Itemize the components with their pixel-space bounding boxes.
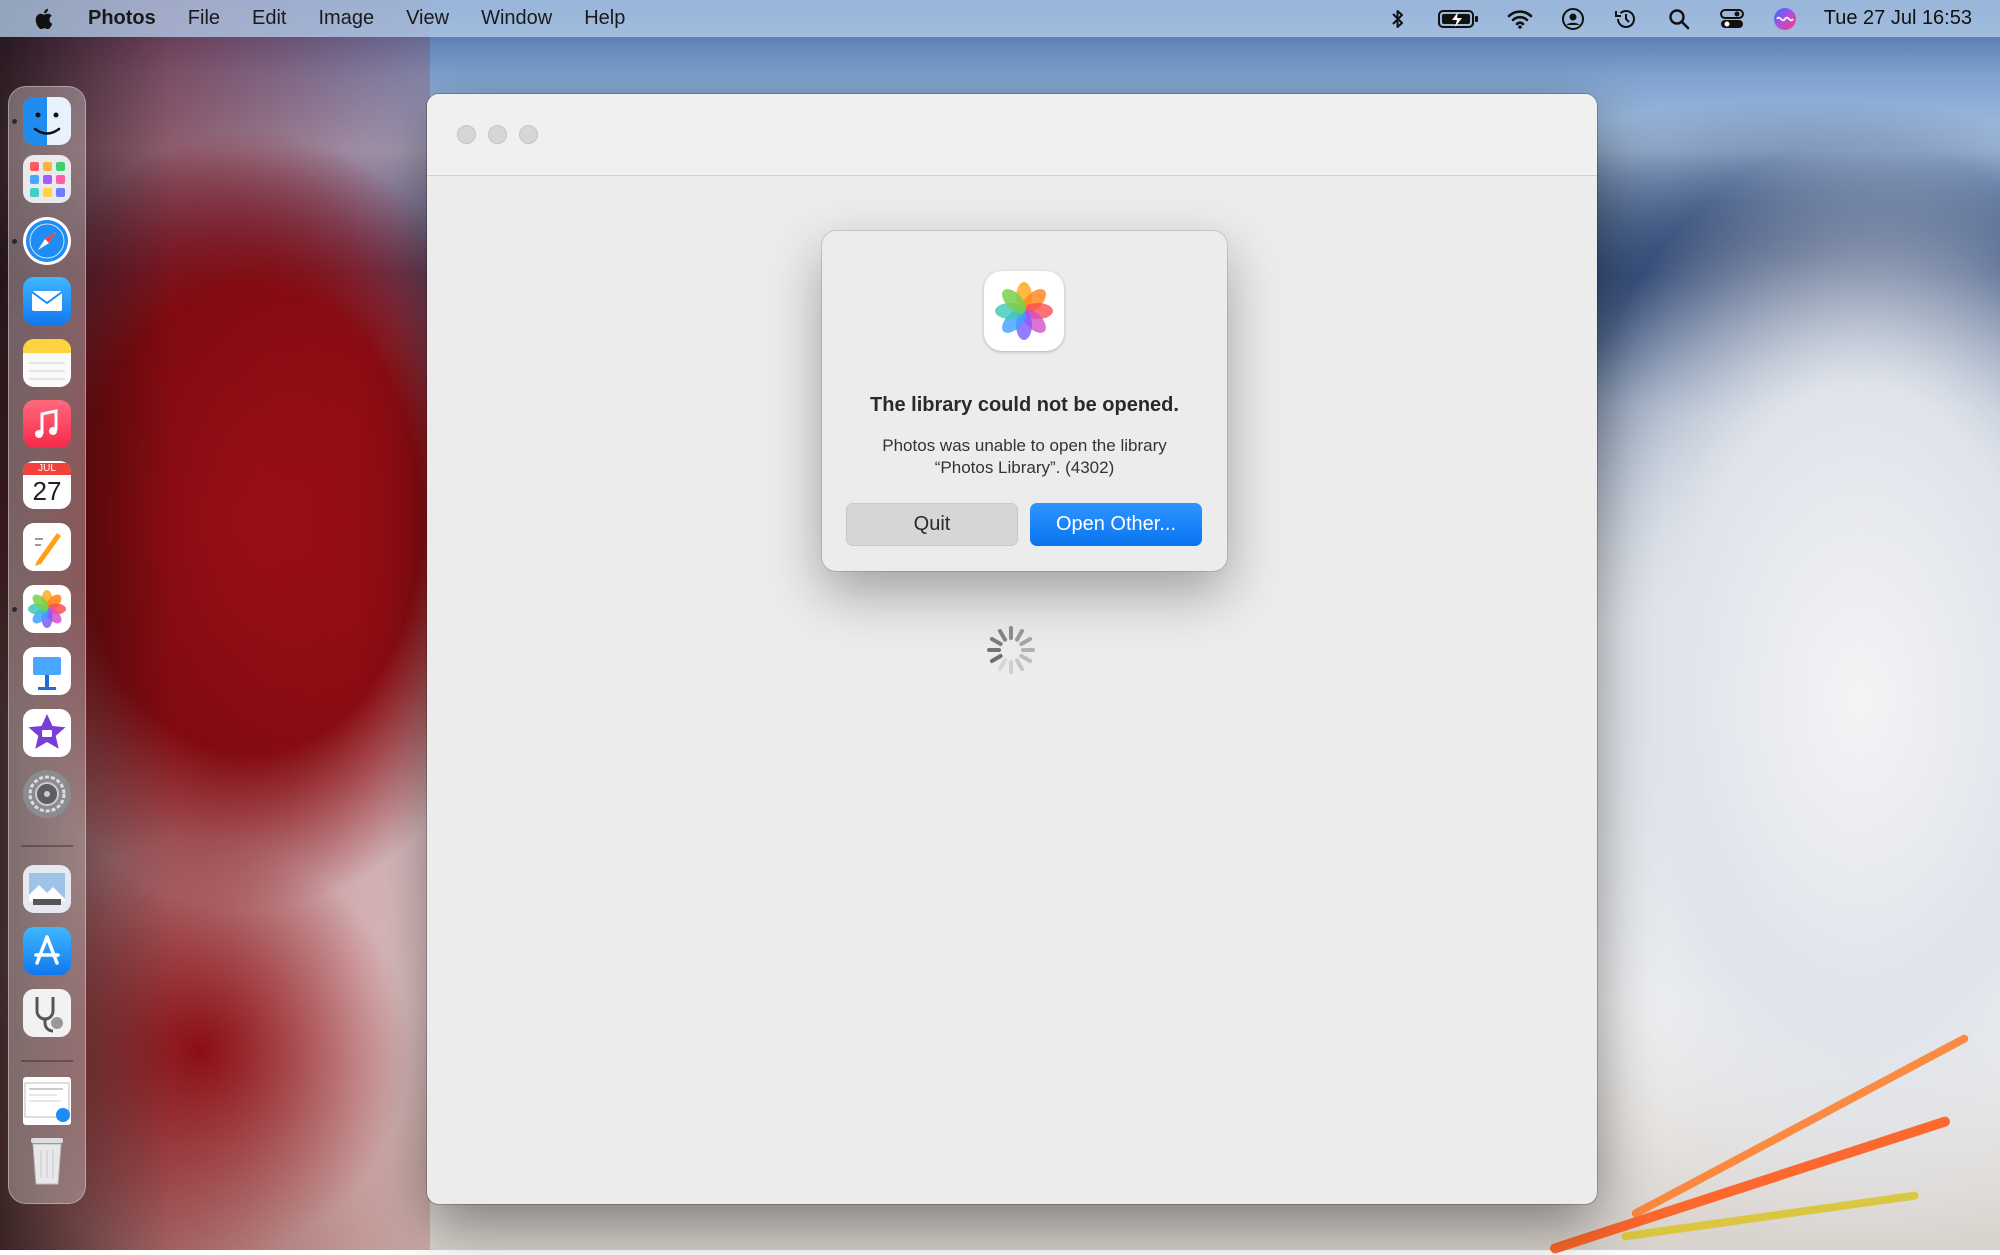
- imovie-icon[interactable]: [23, 709, 71, 757]
- wifi-icon[interactable]: [1507, 6, 1533, 32]
- safari-icon[interactable]: [23, 217, 71, 265]
- user-account-icon[interactable]: [1560, 6, 1586, 32]
- alert-title: The library could not be opened.: [870, 394, 1179, 416]
- spotlight-search-icon[interactable]: [1666, 6, 1692, 32]
- menu-help[interactable]: Help: [584, 7, 625, 30]
- dock-separator: [21, 1060, 73, 1062]
- menu-file[interactable]: File: [188, 7, 220, 30]
- menu-bar: Photos File Edit Image View Window Help …: [0, 0, 2000, 37]
- minimize-window-button[interactable]: [488, 125, 507, 144]
- alert-message-line: “Photos Library”. (4302): [934, 458, 1115, 477]
- menu-bar-clock[interactable]: Tue 27 Jul 16:53: [1824, 7, 1972, 30]
- system-preferences-icon[interactable]: [23, 770, 71, 818]
- window-titlebar[interactable]: [427, 94, 1597, 176]
- calendar-month: JUL: [23, 463, 71, 475]
- alert-message: Photos was unable to open the library “P…: [852, 435, 1197, 479]
- trash-icon[interactable]: [23, 1137, 71, 1185]
- calendar-icon[interactable]: JUL 27: [23, 461, 71, 509]
- photos-app-icon: [984, 271, 1064, 351]
- battery-charging-icon[interactable]: [1437, 6, 1480, 32]
- music-icon[interactable]: [23, 400, 71, 448]
- alert-message-line: Photos was unable to open the library: [882, 436, 1167, 455]
- time-machine-icon[interactable]: [1613, 6, 1639, 32]
- dock-separator: [21, 845, 73, 847]
- bluetooth-icon[interactable]: [1385, 6, 1411, 32]
- launchpad-icon[interactable]: [23, 155, 71, 203]
- dock: JUL 27: [8, 86, 86, 1204]
- menu-edit[interactable]: Edit: [252, 7, 286, 30]
- menu-app-name[interactable]: Photos: [88, 7, 156, 30]
- quit-button[interactable]: Quit: [846, 503, 1018, 546]
- calendar-day: 27: [32, 476, 62, 506]
- pages-icon[interactable]: [23, 523, 71, 571]
- close-window-button[interactable]: [457, 125, 476, 144]
- apple-menu-icon[interactable]: [34, 7, 56, 31]
- open-other-button[interactable]: Open Other...: [1030, 503, 1202, 546]
- disk-utility-icon[interactable]: [23, 989, 71, 1037]
- menu-view[interactable]: View: [406, 7, 449, 30]
- photos-app-icon[interactable]: [23, 585, 71, 633]
- keynote-icon[interactable]: [23, 647, 71, 695]
- siri-icon[interactable]: [1772, 6, 1798, 32]
- notes-icon[interactable]: [23, 339, 71, 387]
- finder-icon[interactable]: [23, 97, 71, 145]
- menu-window[interactable]: Window: [481, 7, 552, 30]
- mail-icon[interactable]: [23, 277, 71, 325]
- menu-image[interactable]: Image: [318, 7, 374, 30]
- alert-dialog: The library could not be opened. Photos …: [822, 231, 1227, 571]
- preview-icon[interactable]: [23, 865, 71, 913]
- running-indicator: [12, 607, 17, 612]
- document-stack-icon[interactable]: [23, 1077, 71, 1125]
- control-center-icon[interactable]: [1719, 6, 1745, 32]
- loading-spinner-icon: [985, 624, 1037, 676]
- zoom-window-button[interactable]: [519, 125, 538, 144]
- app-store-icon[interactable]: [23, 927, 71, 975]
- running-indicator: [12, 119, 17, 124]
- running-indicator: [12, 239, 17, 244]
